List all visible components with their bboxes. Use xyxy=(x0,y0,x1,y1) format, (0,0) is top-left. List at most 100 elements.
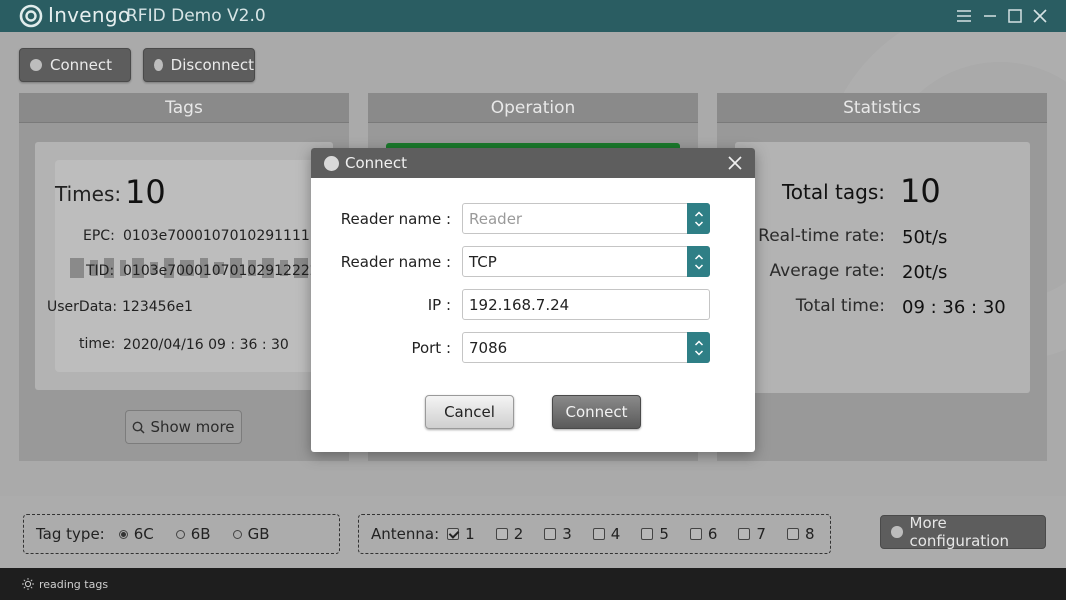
tid-value: 0103e70001070102912222 xyxy=(123,263,311,279)
more-configuration-button[interactable]: More configuration xyxy=(880,514,1046,550)
antenna-7-label: 7 xyxy=(756,525,766,543)
time-value: 2020/04/16 09 : 36 : 30 xyxy=(123,337,289,353)
realtime-rate-value: 50t/s xyxy=(902,227,948,248)
antenna-label: Antenna: xyxy=(371,525,440,543)
antenna-8-label: 8 xyxy=(804,525,815,543)
tag-type-gb-radio[interactable]: GB xyxy=(232,525,270,543)
userdata-value: 123456e1 xyxy=(122,299,193,315)
antenna-1-checkbox[interactable]: 1 xyxy=(447,525,475,543)
connection-type-label: Reader name : xyxy=(340,253,451,271)
hamburger-icon[interactable] xyxy=(954,6,974,26)
tag-type-6b-label: 6B xyxy=(190,525,211,543)
dialog-connect-button[interactable]: Connect xyxy=(552,395,641,429)
antenna-6-label: 6 xyxy=(707,525,718,543)
tid-label: TID: xyxy=(86,263,115,279)
chevron-up-down-icon xyxy=(694,339,703,356)
total-time-value: 09 : 36 : 30 xyxy=(902,297,1006,318)
tag-type-6c-radio[interactable]: 6C xyxy=(118,525,154,543)
tag-type-6b-radio[interactable]: 6B xyxy=(175,525,211,543)
dialog-title: Connect xyxy=(345,154,408,172)
checkbox-icon xyxy=(786,528,799,540)
antenna-3-checkbox[interactable]: 3 xyxy=(544,525,572,543)
radio-icon xyxy=(118,529,128,539)
connect-icon xyxy=(30,59,42,71)
times-value: 10 xyxy=(125,173,166,211)
checkbox-icon xyxy=(641,528,654,540)
antenna-5-checkbox[interactable]: 5 xyxy=(641,525,669,543)
radio-icon xyxy=(175,529,185,539)
chevron-up-down-icon xyxy=(694,253,703,270)
total-time-label: Total time: xyxy=(795,296,885,316)
average-rate-label: Average rate: xyxy=(769,261,885,281)
checkbox-icon xyxy=(592,528,605,540)
epc-value: 0103e70001070102911111 xyxy=(123,228,311,244)
checkbox-icon xyxy=(495,528,508,540)
sun-icon xyxy=(22,578,34,590)
total-tags-label: Total tags: xyxy=(781,180,885,204)
port-label: Port : xyxy=(411,339,451,357)
checkbox-icon xyxy=(544,528,557,540)
antenna-4-checkbox[interactable]: 4 xyxy=(592,525,621,543)
antenna-2-label: 2 xyxy=(513,525,524,543)
antenna-5-label: 5 xyxy=(659,525,669,543)
ip-label: IP : xyxy=(427,296,451,314)
connect-icon xyxy=(324,155,339,171)
disconnect-icon xyxy=(154,59,163,71)
tag-type-label: Tag type: xyxy=(36,525,105,543)
connection-type-value: TCP xyxy=(469,252,497,271)
radio-icon xyxy=(232,529,242,539)
tag-type-gb-label: GB xyxy=(247,525,270,543)
minimize-icon[interactable] xyxy=(980,6,1000,26)
show-more-label: Show more xyxy=(150,418,235,436)
status-text: reading tags xyxy=(39,577,109,591)
chevron-up-down-icon xyxy=(694,210,703,227)
dialog-header: Connect xyxy=(311,148,755,178)
antenna-2-checkbox[interactable]: 2 xyxy=(495,525,524,543)
connect-dialog: Connect Reader name : Reader Reader name… xyxy=(311,148,755,452)
connection-type-select[interactable]: TCP xyxy=(462,246,710,277)
connection-type-spinner[interactable] xyxy=(687,246,710,277)
antenna-3-label: 3 xyxy=(562,525,572,543)
tag-type-group: Tag type: 6C 6B GB xyxy=(23,514,340,554)
total-tags-value: 10 xyxy=(900,172,941,210)
disconnect-button[interactable]: Disconnect xyxy=(143,48,255,82)
statistics-panel-header: Statistics xyxy=(717,93,1047,123)
userdata-label: UserData: xyxy=(47,299,118,315)
time-label: time: xyxy=(79,336,116,352)
checkbox-icon xyxy=(738,528,751,540)
antenna-4-label: 4 xyxy=(610,525,621,543)
average-rate-value: 20t/s xyxy=(902,262,948,283)
title-bar: Invengo RFID Demo V2.0 xyxy=(0,0,1066,32)
search-icon xyxy=(133,421,145,434)
realtime-rate-label: Real-time rate: xyxy=(758,226,885,246)
settings-icon xyxy=(891,526,903,538)
reader-name-label: Reader name : xyxy=(340,210,451,228)
more-configuration-label: More configuration xyxy=(909,514,1010,550)
brand-name: Invengo xyxy=(48,3,131,27)
reader-name-placeholder: Reader xyxy=(469,209,523,228)
antenna-group: Antenna: 1 2 3 4 5 6 7 8 xyxy=(358,514,831,554)
tag-type-6c-label: 6C xyxy=(133,525,154,543)
reader-name-select[interactable]: Reader xyxy=(462,203,710,234)
antenna-7-checkbox[interactable]: 7 xyxy=(738,525,766,543)
ip-input[interactable]: 192.168.7.24 xyxy=(462,289,710,320)
epc-label: EPC: xyxy=(83,228,115,244)
port-select[interactable]: 7086 xyxy=(462,332,710,363)
checkbox-icon xyxy=(447,528,460,540)
close-icon[interactable] xyxy=(725,153,745,173)
status-bar: reading tags xyxy=(0,568,1066,600)
antenna-8-checkbox[interactable]: 8 xyxy=(786,525,815,543)
config-bar: Tag type: 6C 6B GB Antenna: 1 2 3 4 5 6 … xyxy=(0,496,1066,568)
show-more-button[interactable]: Show more xyxy=(125,410,242,444)
close-icon[interactable] xyxy=(1030,6,1050,26)
port-spinner[interactable] xyxy=(687,332,710,363)
cancel-button[interactable]: Cancel xyxy=(425,395,514,429)
connect-button[interactable]: Connect xyxy=(19,48,131,82)
invengo-logo-icon xyxy=(19,4,43,28)
maximize-icon[interactable] xyxy=(1005,6,1025,26)
antenna-6-checkbox[interactable]: 6 xyxy=(689,525,718,543)
checkbox-icon xyxy=(689,528,702,540)
reader-name-spinner[interactable] xyxy=(687,203,710,234)
ip-value: 192.168.7.24 xyxy=(469,295,570,314)
connect-button-label: Connect xyxy=(50,56,113,74)
